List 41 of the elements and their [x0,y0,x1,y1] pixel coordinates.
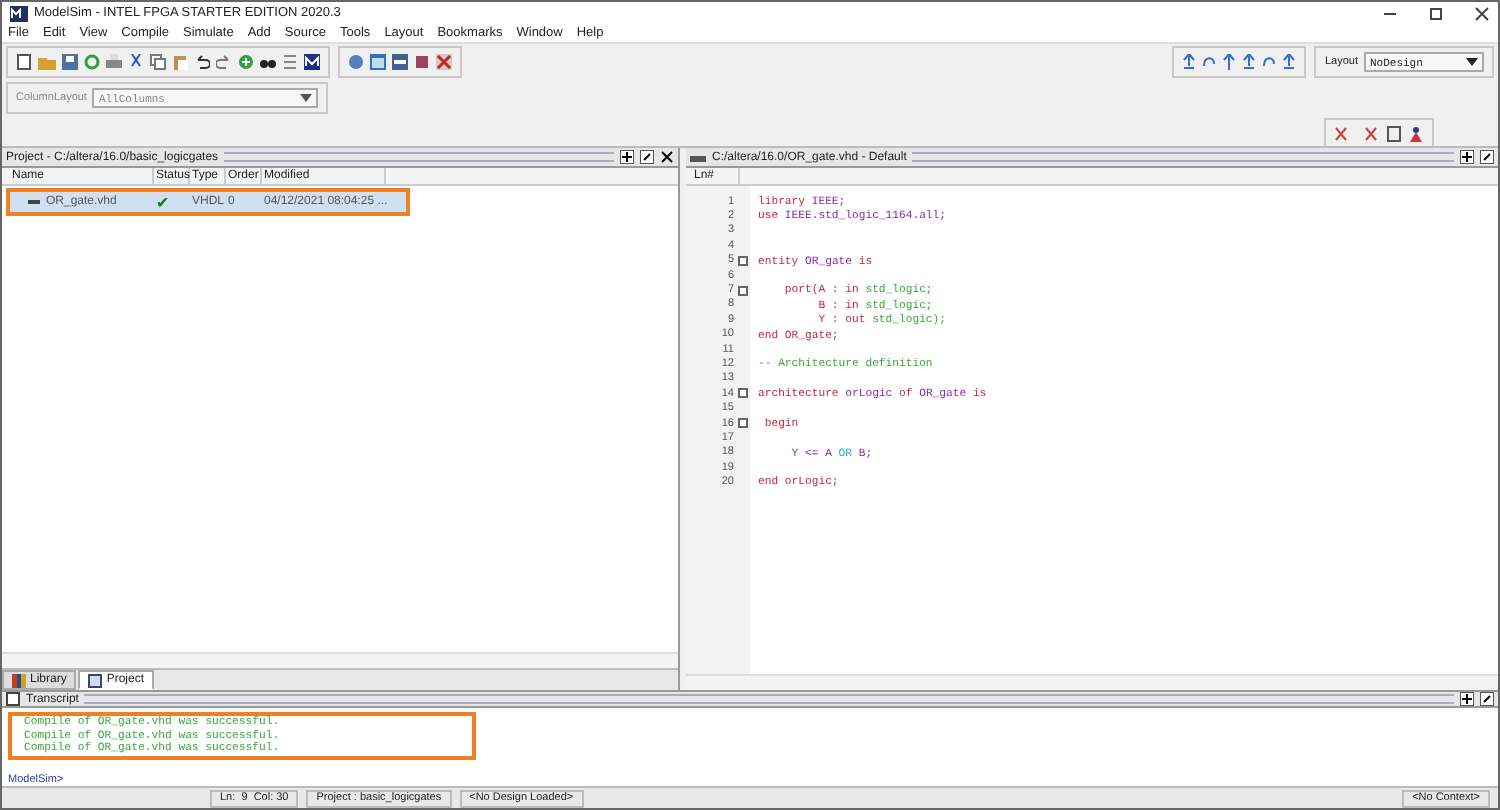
collapse-icon[interactable] [738,285,748,296]
horizontal-scrollbar[interactable] [2,652,678,668]
undock-icon[interactable] [1480,150,1494,164]
close-icon[interactable] [660,150,674,164]
caret-icon [298,92,315,104]
dock-icon[interactable] [1460,150,1474,164]
editor-icon [690,151,706,163]
redo-icon[interactable] [216,54,232,70]
collapse-icon[interactable] [738,388,748,399]
collapse-icon[interactable] [738,255,748,266]
step-icon[interactable] [1242,54,1257,70]
cross-icon[interactable] [1360,126,1380,142]
close-icon[interactable] [1474,5,1490,21]
step-over-icon[interactable] [1262,54,1277,70]
undock-icon[interactable] [1480,692,1494,706]
copy-icon[interactable] [150,54,166,70]
horizontal-scrollbar[interactable] [686,674,1498,690]
collapse-icon[interactable] [738,418,748,429]
books-icon [12,673,26,687]
step-icon[interactable] [1182,54,1197,70]
dock-icon[interactable] [1460,692,1474,706]
figure-icon[interactable] [1408,126,1424,142]
list-icon[interactable] [282,54,298,70]
caret-icon [1464,56,1480,68]
new-file-icon[interactable] [16,54,32,70]
add-icon[interactable] [238,54,254,70]
print-icon[interactable] [106,54,122,70]
maximize-icon[interactable] [1428,5,1444,21]
document-icon[interactable] [1386,126,1402,142]
save-icon[interactable] [62,54,78,70]
undock-icon[interactable] [640,150,654,164]
step-out-icon[interactable] [1222,54,1237,70]
status-check-icon: ✔ [156,193,192,211]
dock-icon[interactable] [620,150,634,164]
cut-icon[interactable] [128,54,144,70]
window-icon [88,673,103,687]
binoculars-icon[interactable] [260,54,276,70]
stop-icon[interactable] [436,54,452,70]
step-over-icon[interactable] [1202,54,1217,70]
undo-icon[interactable] [194,54,210,70]
step-icon[interactable] [1282,54,1297,70]
